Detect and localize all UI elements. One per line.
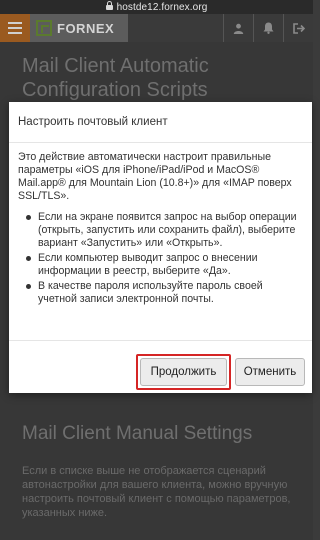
instructions-list: Если на экране появится запрос на выбор … [18,211,303,306]
configure-mail-client-dialog: Настроить почтовый клиент Это действие а… [9,102,312,393]
bell-icon[interactable] [253,14,283,42]
logo[interactable]: FORNEX [30,14,128,42]
page-title: Mail Client Automatic Configuration Scri… [22,55,209,101]
manual-settings-text: Если в списке выше не отображается сцена… [22,465,291,519]
menu-icon[interactable] [0,14,30,42]
url-text: hostde12.fornex.org [116,1,208,13]
dialog-title: Настроить почтовый клиент [9,102,312,143]
dialog-body: Это действие автоматически настроит прав… [9,143,312,306]
lock-icon [105,0,113,11]
user-icon[interactable] [223,14,253,42]
dialog-footer: Продолжить Отменить [9,340,312,393]
list-item: В качестве пароля используйте пароль сво… [26,280,303,306]
logout-icon[interactable] [283,14,313,42]
fornex-logo-icon [36,20,52,36]
manual-settings-heading: Mail Client Manual Settings [22,423,253,444]
list-item: Если на экране появится запрос на выбор … [26,211,303,250]
logo-text: FORNEX [57,20,115,36]
site-header: FORNEX [0,14,313,42]
continue-button[interactable]: Продолжить [140,358,227,386]
browser-url-bar[interactable]: hostde12.fornex.org [0,0,313,14]
dialog-intro-text: Это действие автоматически настроит прав… [18,151,292,202]
list-item: Если компьютер выводит запрос о внесении… [26,252,303,278]
cancel-button[interactable]: Отменить [235,358,305,386]
